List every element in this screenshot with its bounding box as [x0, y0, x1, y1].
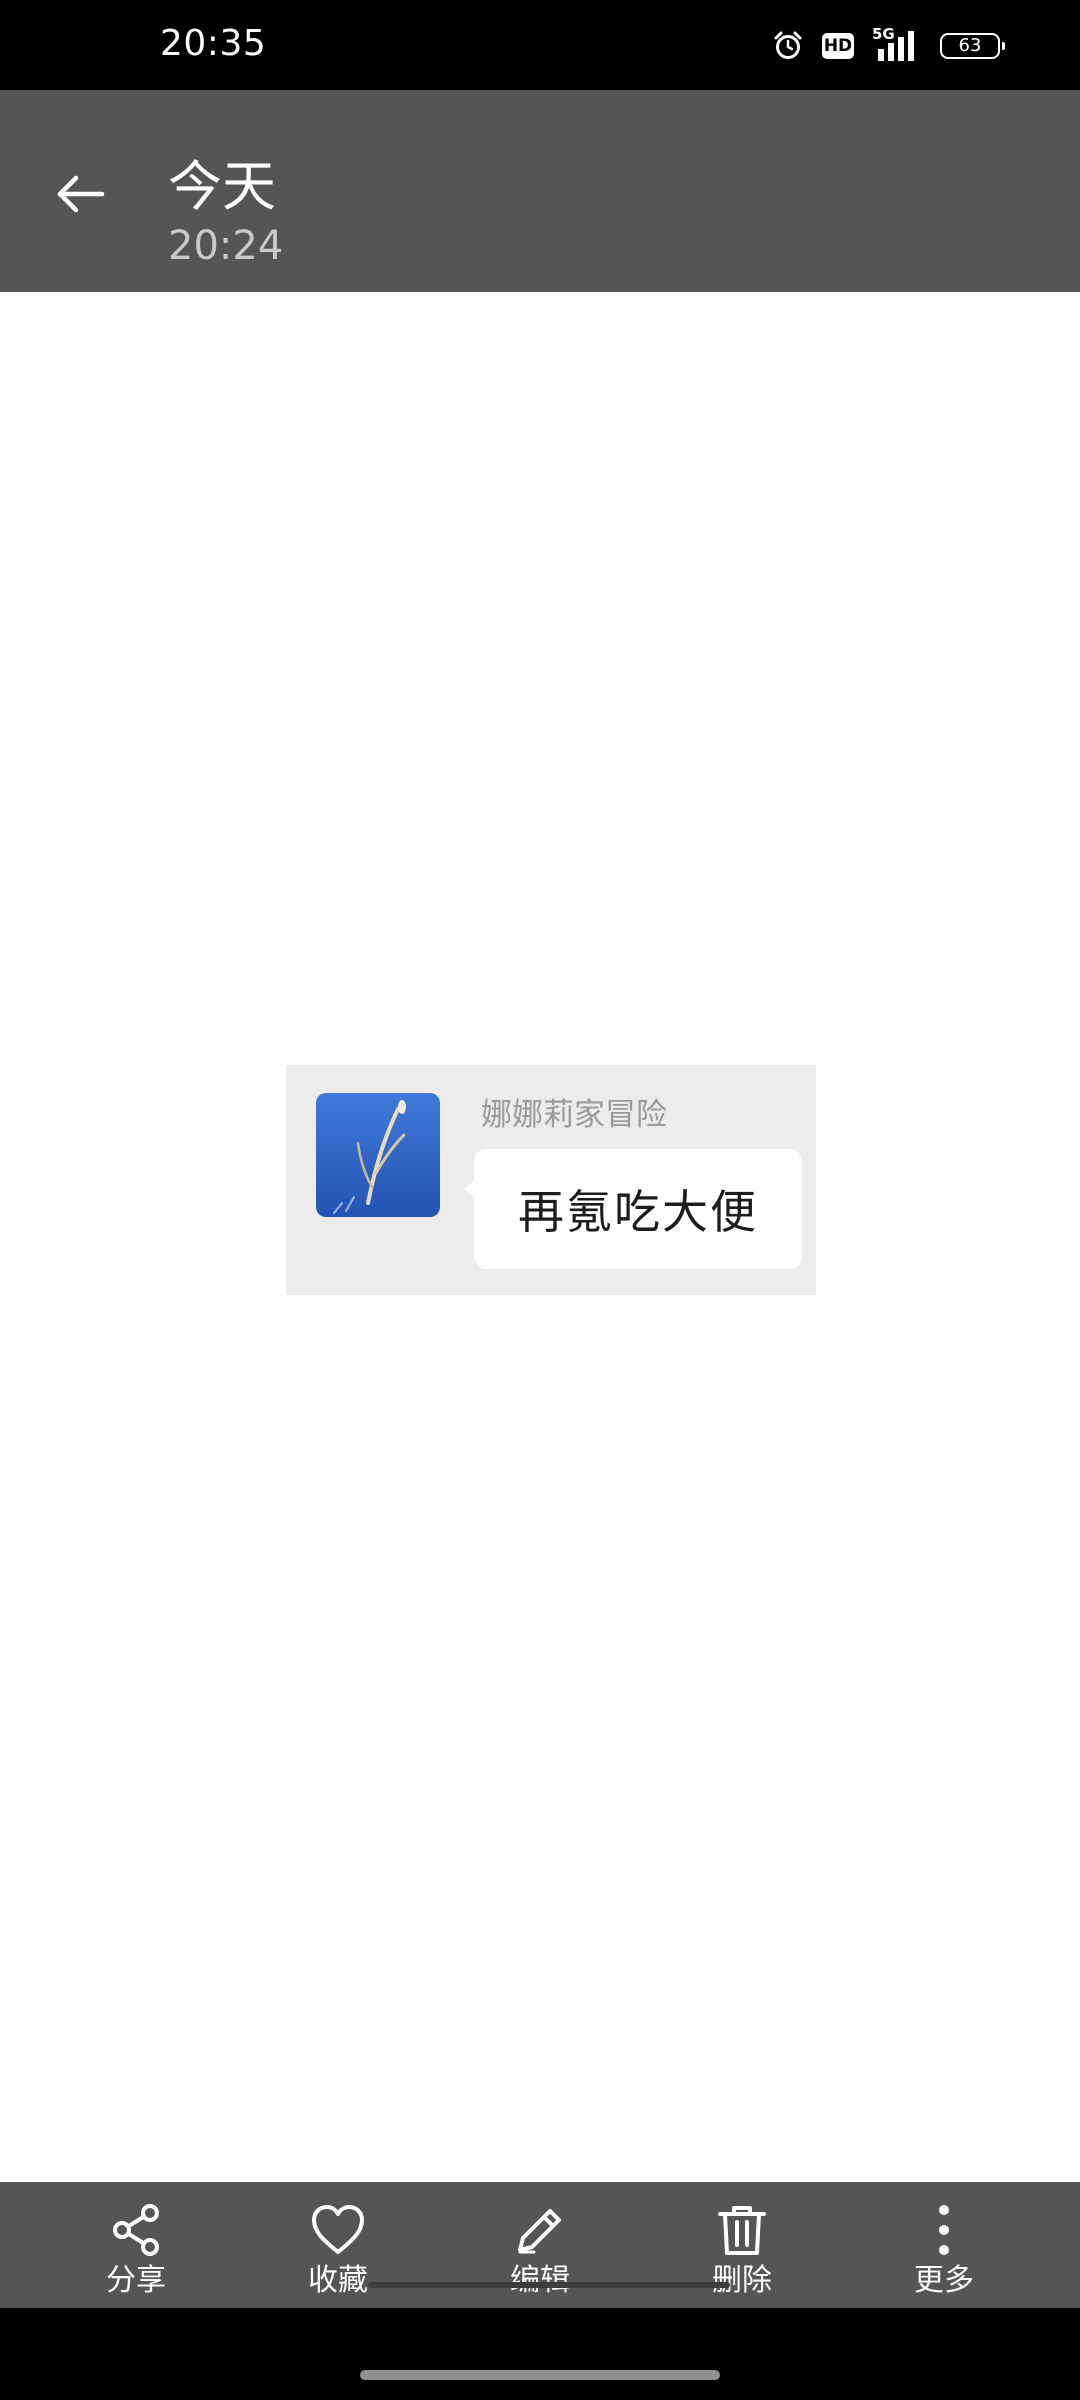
delete-label: 删除	[712, 2263, 772, 2298]
page-title: 今天	[168, 155, 276, 218]
image-viewer[interactable]: 娜娜莉家冒险 再氪吃大便	[0, 292, 1080, 2182]
share-label: 分享	[106, 2263, 166, 2298]
alarm-icon	[772, 30, 804, 62]
favorite-label: 收藏	[308, 2263, 368, 2298]
trash-icon	[710, 2198, 774, 2262]
chat-bubble: 再氪吃大便	[464, 1149, 802, 1269]
status-bar: 20:35 HD 5G 63	[0, 0, 1080, 90]
signal-5g-icon: 5G	[872, 27, 922, 63]
share-icon	[104, 2198, 168, 2262]
more-button[interactable]: 更多	[874, 2182, 1014, 2308]
bottom-action-bar: 分享 收藏 编辑 删除 更多	[0, 2182, 1080, 2308]
more-label: 更多	[914, 2263, 974, 2298]
heart-icon	[306, 2198, 370, 2262]
navigation-bar	[0, 2308, 1080, 2400]
chat-screenshot-image[interactable]: 娜娜莉家冒险 再氪吃大便	[286, 1065, 816, 1295]
avatar	[316, 1093, 440, 1217]
edit-button[interactable]: 编辑	[470, 2182, 610, 2308]
status-icons: HD 5G 63	[772, 27, 1005, 63]
title-block: 今天 20:24	[168, 155, 284, 269]
edit-label: 编辑	[510, 2263, 570, 2298]
hd-icon: HD	[822, 33, 854, 59]
top-app-bar: 今天 20:24	[0, 90, 1080, 292]
status-time: 20:35	[160, 23, 267, 64]
back-button[interactable]	[40, 154, 120, 234]
delete-button[interactable]: 删除	[672, 2182, 812, 2308]
chat-message: 再氪吃大便	[518, 1185, 758, 1239]
more-vertical-icon	[912, 2198, 976, 2262]
favorite-button[interactable]: 收藏	[268, 2182, 408, 2308]
pencil-icon	[508, 2198, 572, 2262]
page-subtitle: 20:24	[168, 223, 284, 269]
share-button[interactable]: 分享	[66, 2182, 206, 2308]
arrow-left-icon	[57, 175, 105, 213]
chat-sender-name: 娜娜莉家冒险	[481, 1097, 667, 1133]
drag-handle	[368, 2282, 730, 2288]
home-indicator[interactable]	[360, 2370, 720, 2380]
battery-icon: 63	[940, 33, 1005, 59]
